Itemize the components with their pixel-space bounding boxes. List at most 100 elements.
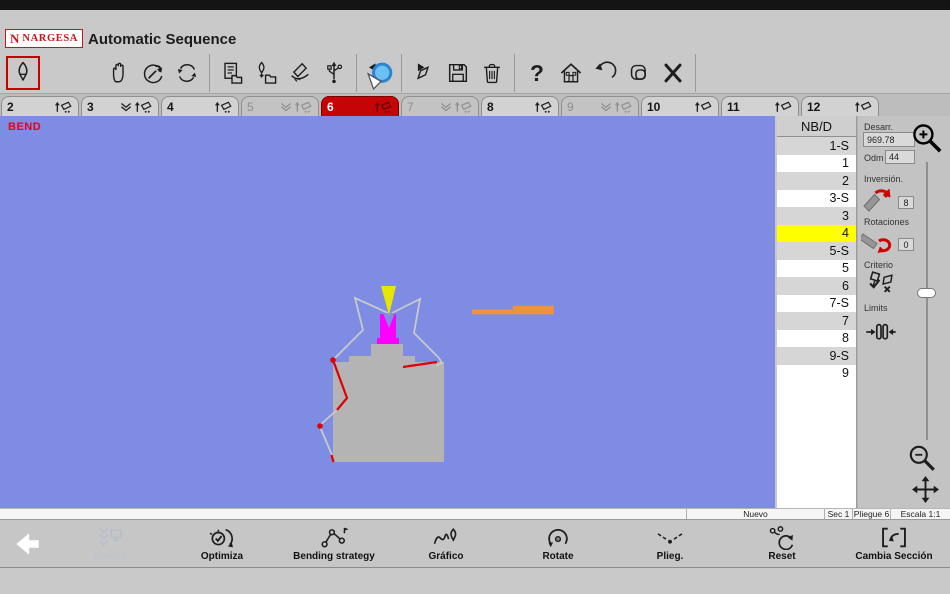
grafico-button[interactable]: Gráfico <box>390 520 502 567</box>
tab-bend-6-active[interactable]: 6 <box>321 96 399 117</box>
limits-icon[interactable] <box>865 322 897 343</box>
table-row[interactable]: 3 <box>777 207 856 225</box>
table-row[interactable]: 8 <box>777 330 856 348</box>
home-button[interactable] <box>554 55 588 91</box>
change-section-icon <box>879 525 909 550</box>
tab-bend-5[interactable]: 5 <box>241 96 319 117</box>
chevron-down-icon <box>440 102 452 112</box>
duplicate-icon <box>625 59 653 87</box>
plieg-button[interactable]: Plieg. <box>614 520 726 567</box>
undo-icon <box>591 59 619 87</box>
next-bend-icon <box>410 59 438 87</box>
top-black-strip <box>0 0 950 10</box>
tab-bend-10[interactable]: 10 <box>641 96 719 117</box>
status-empty-cell <box>0 509 686 519</box>
next-bend-button[interactable] <box>407 55 441 91</box>
criterio-icon[interactable] <box>866 269 896 296</box>
mode-label: BEND <box>8 121 41 133</box>
cut-x-icon <box>659 59 687 87</box>
bottom-action-bar: Simula Optimiza Bending strategy Gráfico… <box>0 519 950 567</box>
bend-sequence-table: NB/D 1-S 1 2 3-S 3 4 5-S 5 6 7-S 7 8 9-S… <box>777 116 857 508</box>
reset-button[interactable]: Reset <box>726 520 838 567</box>
bend-icon <box>614 100 633 114</box>
mouse-cursor-icon <box>366 62 394 90</box>
sheet-thin-section <box>472 310 513 315</box>
refresh-button[interactable] <box>170 55 204 91</box>
copy-sheet-button[interactable] <box>215 55 249 91</box>
table-row[interactable]: 5 <box>777 260 856 278</box>
bend-icon <box>134 100 153 114</box>
tab-bend-11[interactable]: 11 <box>721 96 799 117</box>
bend-icon <box>294 100 313 114</box>
tab-bend-9[interactable]: 9 <box>561 96 639 117</box>
table-row[interactable]: 3-S <box>777 190 856 208</box>
undo-button[interactable] <box>588 55 622 91</box>
delete-button[interactable] <box>475 55 509 91</box>
reset-icon <box>767 525 797 550</box>
inversion-label: Inversión. <box>864 174 903 184</box>
bend-icon <box>454 100 473 114</box>
duplicate-button[interactable] <box>622 55 656 91</box>
zoom-slider-thumb[interactable] <box>917 288 936 298</box>
save-button[interactable] <box>441 55 475 91</box>
usb-button[interactable] <box>317 55 351 91</box>
rotate-icon <box>543 525 573 550</box>
move-view-icon[interactable] <box>911 475 940 504</box>
logo-n-emblem: N <box>10 31 19 47</box>
optimize-icon <box>207 525 237 550</box>
question-mark-icon <box>523 59 551 87</box>
tab-bend-3[interactable]: 3 <box>81 96 159 117</box>
back-button[interactable] <box>0 520 54 567</box>
inversion-count-field[interactable]: 8 <box>898 196 914 209</box>
bend-icon <box>54 100 73 114</box>
punch-tool-icon <box>9 59 37 87</box>
tool-hand-button[interactable] <box>283 55 317 91</box>
zoom-out-icon[interactable] <box>906 442 938 474</box>
table-row[interactable]: 9-S <box>777 347 856 365</box>
rotate-button[interactable]: Rotate <box>502 520 614 567</box>
bend-properties-panel: Desarr. 969.78 Odm 44 Inversión. 8 Rotac… <box>857 116 950 508</box>
odm-label: Odm <box>864 153 884 163</box>
help-button[interactable] <box>520 55 554 91</box>
tab-bend-2[interactable]: 2 <box>1 96 79 117</box>
odm-field[interactable]: 44 <box>885 150 915 164</box>
refresh-icon <box>173 59 201 87</box>
simula-button[interactable]: Simula <box>54 520 166 567</box>
inversion-icon[interactable] <box>861 184 897 214</box>
table-row[interactable]: 1 <box>777 155 856 173</box>
status-scale: Escala 1:1 <box>890 509 950 519</box>
table-row[interactable]: 6 <box>777 277 856 295</box>
select-punch-tool-button[interactable] <box>6 56 40 90</box>
optimiza-button[interactable]: Optimiza <box>166 520 278 567</box>
tab-bend-7[interactable]: 7 <box>401 96 479 117</box>
cut-button[interactable] <box>656 55 690 91</box>
rotaciones-icon[interactable] <box>861 226 897 256</box>
tool-folder-icon <box>252 59 280 87</box>
bend-canvas[interactable]: BEND <box>0 116 775 508</box>
table-row[interactable]: 1-S <box>777 137 856 155</box>
bend-node <box>330 357 336 363</box>
rotaciones-count-field[interactable]: 0 <box>898 238 914 251</box>
table-row[interactable]: 5-S <box>777 242 856 260</box>
back-arrow-icon <box>11 529 43 559</box>
toolbar-separator <box>514 54 515 92</box>
table-row[interactable]: 7 <box>777 312 856 330</box>
table-row[interactable]: 7-S <box>777 295 856 313</box>
desarr-field[interactable]: 969.78 <box>863 132 915 147</box>
tool-library-button[interactable] <box>249 55 283 91</box>
strategy-icon <box>319 525 349 550</box>
bending-strategy-button[interactable]: Bending strategy <box>278 520 390 567</box>
zoom-slider-track[interactable] <box>926 162 928 440</box>
tool-service-button[interactable] <box>136 55 170 91</box>
table-row-selected[interactable]: 4 <box>777 225 856 243</box>
sequence-table-header: NB/D <box>777 116 856 137</box>
table-row[interactable]: 2 <box>777 172 856 190</box>
tab-bend-12[interactable]: 12 <box>801 96 879 117</box>
previous-bend-button[interactable] <box>362 55 396 91</box>
pan-hand-button[interactable] <box>102 55 136 91</box>
table-row[interactable]: 9 <box>777 365 856 383</box>
tab-bend-8[interactable]: 8 <box>481 96 559 117</box>
status-bend-number: Pliegue 6 <box>852 509 890 519</box>
cambia-seccion-button[interactable]: Cambia Sección <box>838 520 950 567</box>
tab-bend-4[interactable]: 4 <box>161 96 239 117</box>
